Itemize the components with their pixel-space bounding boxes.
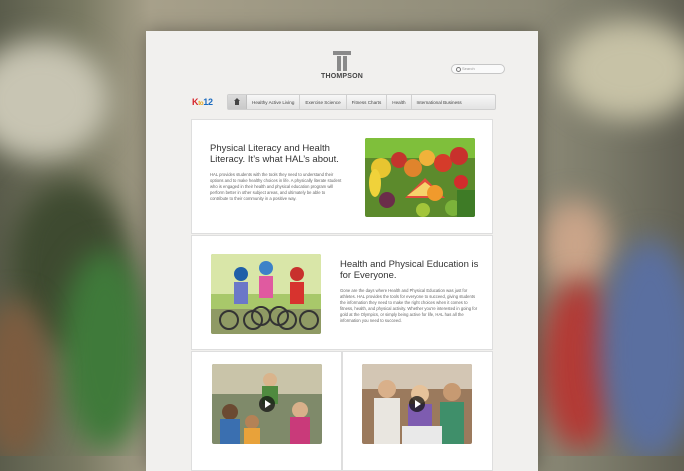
hpe-everyone-section: Health and Physical Education is for Eve…	[191, 235, 493, 350]
nav-item-fitness-charts[interactable]: Fitness Charts	[347, 95, 388, 109]
nav-item-international-business[interactable]: International Business	[412, 95, 467, 109]
nav-item-exercise-science[interactable]: Exercise Science	[300, 95, 347, 109]
kids-biking-image	[211, 254, 321, 334]
nav-item-healthy-active-living[interactable]: Healthy Active Living	[247, 95, 301, 109]
nav-home-button[interactable]	[228, 95, 247, 109]
section-heading: Health and Physical Education is for Eve…	[340, 259, 479, 281]
nav-item-health[interactable]: Health	[387, 95, 412, 109]
k-to-12-logo[interactable]: Kto12	[192, 97, 213, 107]
section-heading: Physical Literacy and Health Literacy. I…	[210, 143, 339, 165]
play-icon[interactable]	[409, 396, 425, 412]
play-icon[interactable]	[259, 396, 275, 412]
search-input[interactable]: Search	[451, 64, 505, 74]
home-icon	[234, 98, 240, 105]
main-nav: Healthy Active Living Exercise Science F…	[227, 94, 496, 110]
logo-text: THOMPSON	[321, 73, 364, 80]
search-icon	[456, 67, 461, 72]
section-body: HAL provides students with the tools the…	[210, 172, 342, 201]
classroom-video-thumbnail[interactable]	[212, 364, 322, 444]
k12-num: 12	[203, 97, 213, 107]
video-card-left	[191, 351, 342, 471]
students-video-thumbnail[interactable]	[362, 364, 472, 444]
thompson-logo[interactable]: THOMPSON	[321, 51, 363, 80]
search-placeholder: Search	[462, 66, 475, 71]
video-card-right	[342, 351, 493, 471]
fruits-vegetables-image	[365, 138, 475, 217]
section-body: Gone are the days where Health and Physi…	[340, 288, 478, 323]
website-page: THOMPSON Search Kto12 Healthy Active Liv…	[146, 31, 538, 471]
hal-intro-section: Physical Literacy and Health Literacy. I…	[191, 119, 493, 234]
thompson-logo-mark-icon	[333, 51, 351, 71]
